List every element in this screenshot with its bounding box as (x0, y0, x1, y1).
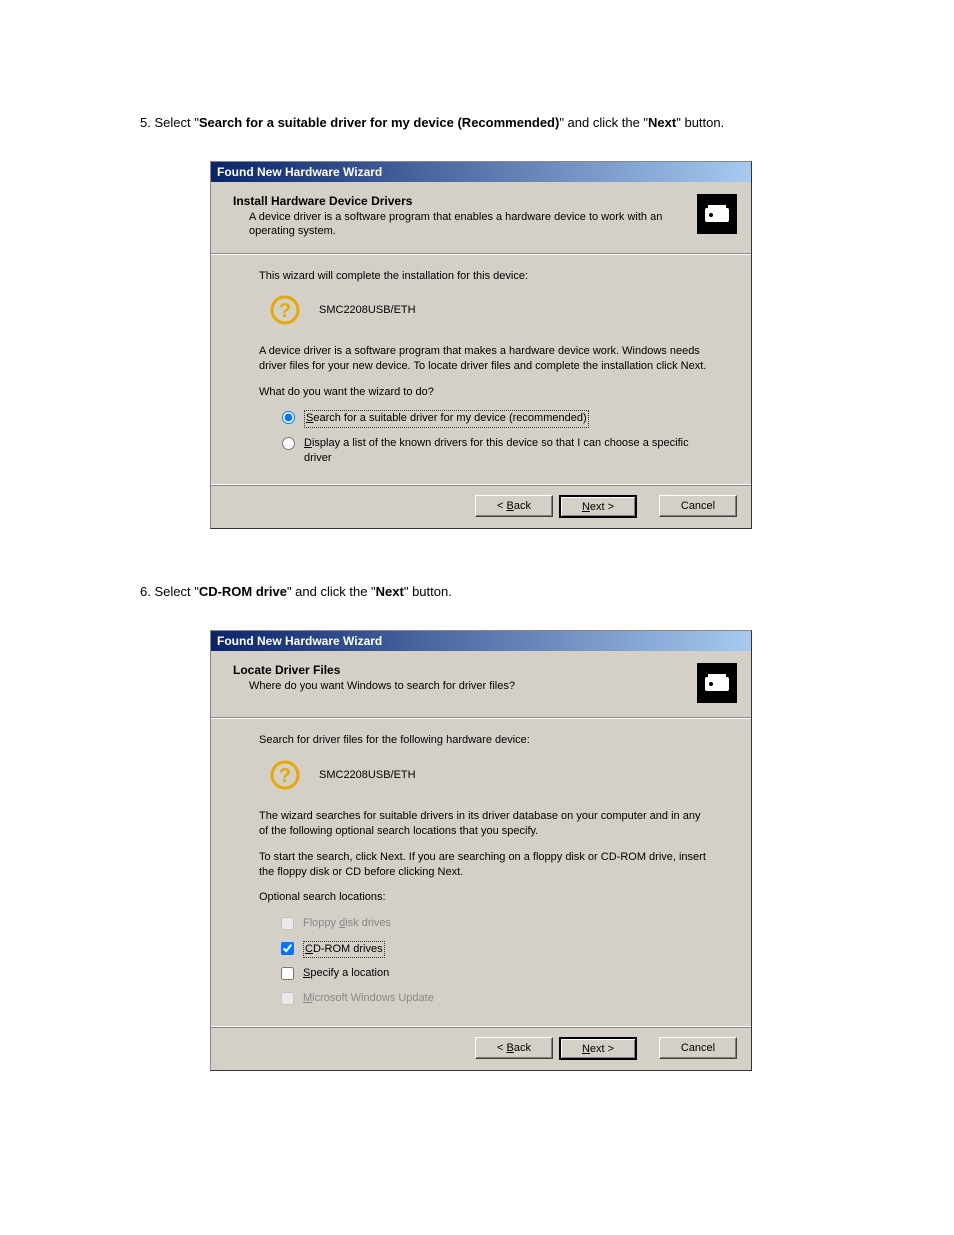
dialog-header: Install Hardware Device Drivers A device… (211, 182, 751, 254)
dialog-titlebar: Found New Hardware Wizard (211, 162, 751, 182)
step6-bold1: CD-ROM drive (199, 584, 287, 599)
optional-label: Optional search locations: (259, 890, 711, 905)
checkbox-input-floppy (281, 917, 294, 930)
checkbox-input-update (281, 992, 294, 1005)
checkbox-windows-update: Microsoft Windows Update (277, 991, 711, 1008)
radio-search-driver[interactable]: Search for a suitable driver for my devi… (277, 410, 711, 427)
question-text: What do you want the wizard to do? (259, 385, 711, 400)
intro-text: Search for driver files for the followin… (259, 733, 711, 748)
intro-text: This wizard will complete the installati… (259, 269, 711, 284)
step6-mid: " and click the " (287, 584, 376, 599)
dialog-footer: < Back Next > Cancel (211, 484, 751, 528)
radio-input-search[interactable] (282, 411, 295, 424)
next-button[interactable]: Next > (559, 1037, 637, 1060)
cancel-button[interactable]: Cancel (659, 1037, 737, 1059)
step5-mid: " and click the " (559, 115, 648, 130)
checkbox-floppy: Floppy disk drives (277, 916, 711, 933)
explain1-text: The wizard searches for suitable drivers… (259, 809, 711, 840)
radio-input-display[interactable] (282, 437, 295, 450)
question-icon: ? (269, 759, 301, 791)
back-button[interactable]: < Back (475, 495, 553, 517)
header-title: Install Hardware Device Drivers (233, 194, 697, 208)
next-button[interactable]: Next > (559, 495, 637, 518)
dialog-footer: < Back Next > Cancel (211, 1026, 751, 1070)
header-subtitle: A device driver is a software program th… (233, 210, 697, 239)
checkbox-input-cdrom[interactable] (281, 942, 294, 955)
step5-suffix: " button. (676, 115, 724, 130)
radio2-rest: isplay a list of the known drivers for t… (304, 437, 689, 464)
checkbox-specify[interactable]: Specify a location (277, 966, 711, 983)
device-name: SMC2208USB/ETH (319, 304, 416, 316)
dialog-titlebar: Found New Hardware Wizard (211, 631, 751, 651)
back-button[interactable]: < Back (475, 1037, 553, 1059)
device-name: SMC2208USB/ETH (319, 769, 416, 781)
dialog-body: Search for driver files for the followin… (211, 718, 751, 1026)
step-6-instruction: 6. Select "CD-ROM drive" and click the "… (140, 579, 854, 605)
step6-bold2: Next (376, 584, 404, 599)
step6-suffix: " button. (404, 584, 452, 599)
step6-prefix: 6. Select " (140, 584, 199, 599)
step-5-instruction: 5. Select "Search for a suitable driver … (140, 110, 854, 136)
dialog-header: Locate Driver Files Where do you want Wi… (211, 651, 751, 718)
device-row: ? SMC2208USB/ETH (269, 759, 711, 791)
cancel-button[interactable]: Cancel (659, 495, 737, 517)
step5-bold2: Next (648, 115, 676, 130)
hardware-icon (697, 663, 737, 703)
step5-prefix: 5. Select " (140, 115, 199, 130)
radio1-rest: earch for a suitable driver for my devic… (313, 412, 586, 424)
checkbox-cdrom[interactable]: CD-ROM drives (277, 941, 711, 958)
checkbox-input-specify[interactable] (281, 967, 294, 980)
question-icon: ? (269, 294, 301, 326)
explain2-text: To start the search, click Next. If you … (259, 850, 711, 881)
header-title: Locate Driver Files (233, 663, 697, 677)
locate-driver-files-dialog: Found New Hardware Wizard Locate Driver … (210, 630, 752, 1071)
svg-text:?: ? (279, 765, 291, 787)
svg-text:?: ? (279, 300, 291, 322)
explain-text: A device driver is a software program th… (259, 344, 711, 375)
hardware-icon (697, 194, 737, 234)
radio-display-list[interactable]: Display a list of the known drivers for … (277, 436, 711, 467)
dialog-body: This wizard will complete the installati… (211, 254, 751, 485)
header-subtitle: Where do you want Windows to search for … (233, 679, 697, 693)
found-new-hardware-wizard-dialog: Found New Hardware Wizard Install Hardwa… (210, 161, 752, 529)
device-row: ? SMC2208USB/ETH (269, 294, 711, 326)
step5-bold1: Search for a suitable driver for my devi… (199, 115, 560, 130)
